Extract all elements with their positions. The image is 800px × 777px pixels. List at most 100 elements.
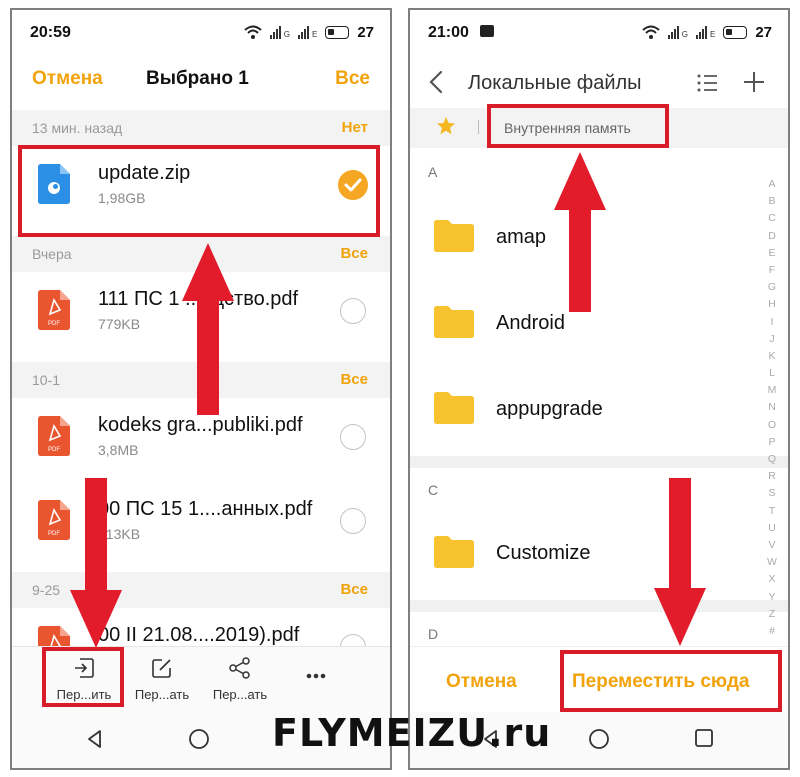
watermark: FLYMEIZU.ru [272,711,552,755]
section-label: 10-1 [32,372,61,388]
add-icon[interactable] [742,70,766,94]
wifi-icon [642,25,660,39]
signal-icon: E [695,25,715,39]
recents-nav-icon[interactable] [694,728,714,748]
home-nav-icon[interactable] [588,728,610,750]
alphabet-index-letter[interactable]: B [765,193,779,210]
page-title: Локальные файлы [468,72,642,94]
status-time: 21:00 [428,24,469,41]
folder-icon [434,306,474,338]
alphabet-index-letter[interactable]: D [765,228,779,245]
alphabet-index-letter[interactable]: Z [765,606,779,623]
alphabet-index-letter[interactable]: P [765,434,779,451]
home-nav-icon[interactable] [188,728,210,750]
highlight-move-here-button [560,650,782,712]
folder-name: amap [496,226,547,248]
up-arrow-icon [554,152,606,312]
section-divider [410,456,788,468]
section-divider [410,600,788,612]
rename-label: Пер...ать [134,687,190,702]
alphabet-index-letter[interactable]: R [765,468,779,485]
status-bar: 21:00 G E 27 [410,10,788,50]
status-icons: G E 27 [244,23,374,41]
alphabet-index-letter[interactable]: J [765,331,779,348]
alphabet-index-letter[interactable]: G [765,279,779,296]
select-radio[interactable] [340,508,366,534]
alphabet-index-letter[interactable]: O [765,417,779,434]
alphabet-index-letter[interactable]: K [765,348,779,365]
alphabet-index-letter[interactable]: U [765,520,779,537]
back-nav-icon[interactable] [84,728,106,750]
star-icon[interactable] [436,116,456,136]
section-select-all-button[interactable]: Все [340,245,368,262]
alphabet-index-letter[interactable]: V [765,537,779,554]
file-name: kodeks gra...publiki.pdf [98,414,303,436]
folder-row[interactable]: Customize [410,510,788,596]
highlight-internal-storage [487,104,669,148]
file-size: 3,8MB [98,442,139,458]
alphabet-index-letter[interactable]: M [765,382,779,399]
folder-icon [434,220,474,252]
back-arrow-icon[interactable] [428,70,444,94]
alphabet-index-letter[interactable]: E [765,245,779,262]
alphabet-index-letter[interactable]: L [765,365,779,382]
cancel-button[interactable]: Отмена [32,68,103,90]
letter-label: A [428,164,438,180]
alphabet-index-letter[interactable]: N [765,399,779,416]
pdf-file-icon: PDF [38,416,70,456]
share-button[interactable]: Пер...ать [200,647,280,713]
letter-header: C [410,474,788,510]
alphabet-index[interactable]: A B C D E F G H I J K L M N O P Q R S T U V W X Y Z # [765,176,779,640]
signal-icon: G [269,25,290,39]
down-arrow-icon [70,478,122,648]
share-icon [229,657,250,679]
alphabet-index-letter[interactable]: A [765,176,779,193]
section-select-all-button[interactable]: Все [340,581,368,598]
up-arrow-icon [182,243,234,415]
list-view-icon[interactable] [696,72,718,94]
notification-icon [480,25,494,37]
selection-header: Отмена Выбрано 1 Все [12,60,390,100]
pdf-label: PDF [48,321,60,327]
section-label: Вчера [32,246,72,262]
battery-level: 27 [357,23,374,41]
pdf-label: PDF [48,531,60,537]
folder-name: Android [496,312,565,334]
alphabet-index-letter[interactable]: T [765,503,779,520]
section-select-all-button[interactable]: Все [340,371,368,388]
cancel-button[interactable]: Отмена [446,671,517,693]
section-deselect-button[interactable]: Нет [342,119,368,136]
more-button[interactable] [276,647,356,713]
file-name: 00 ПС 15 1....анных.pdf [98,498,313,520]
alphabet-index-letter[interactable]: S [765,485,779,502]
rename-button[interactable]: Пер...ать [122,647,202,713]
more-icon [306,673,326,679]
battery-icon [723,25,748,39]
local-files-header: Локальные файлы [410,60,788,106]
alphabet-index-letter[interactable]: F [765,262,779,279]
alphabet-index-letter[interactable]: Y [765,589,779,606]
down-arrow-icon [654,478,706,646]
alphabet-index-letter[interactable]: H [765,296,779,313]
alphabet-index-letter[interactable]: X [765,571,779,588]
section-label: 9-25 [32,582,61,598]
alphabet-index-letter[interactable]: I [765,314,779,331]
alphabet-index-letter[interactable]: # [765,623,779,640]
wifi-icon [244,25,262,39]
select-radio[interactable] [340,298,366,324]
select-radio[interactable] [340,424,366,450]
battery-level: 27 [755,23,772,41]
folder-icon [434,392,474,424]
status-bar: 20:59 G E 27 [12,10,390,50]
share-label: Пер...ать [212,687,268,702]
status-icons: G E 27 [642,23,772,41]
select-all-button[interactable]: Все [335,68,370,90]
folder-row[interactable]: appupgrade [410,366,788,452]
letter-label: D [428,626,439,642]
highlight-move-button [42,647,124,707]
alphabet-index-letter[interactable]: W [765,554,779,571]
alphabet-index-letter[interactable]: Q [765,451,779,468]
file-name: 00 II 21.08....2019).pdf [98,624,300,646]
alphabet-index-letter[interactable]: C [765,210,779,227]
file-size: 779KB [98,316,141,332]
